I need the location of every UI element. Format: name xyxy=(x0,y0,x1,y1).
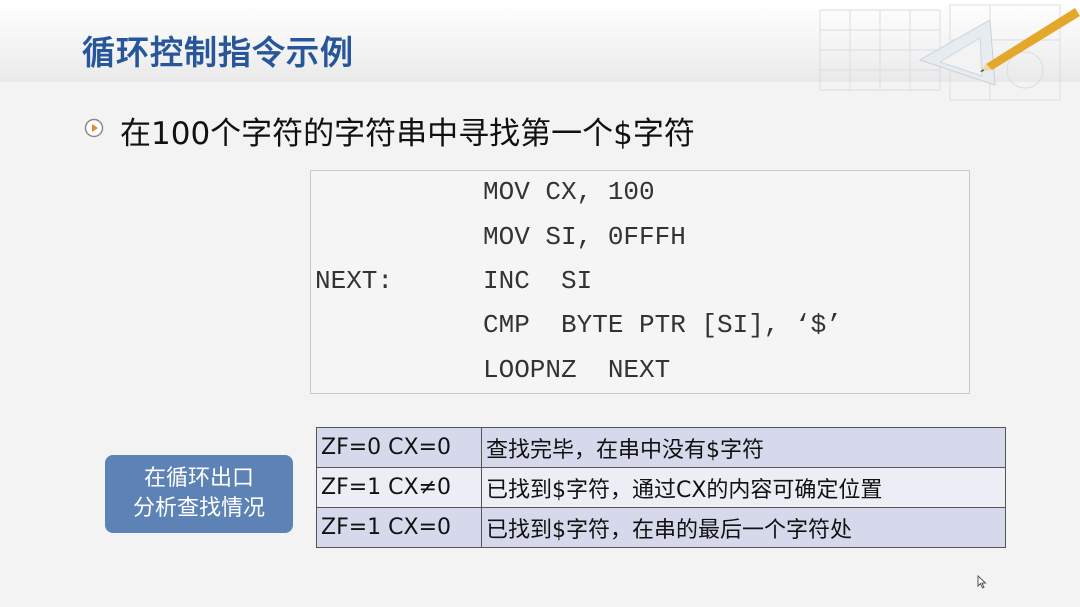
code-instruction: INC SI xyxy=(483,266,593,296)
code-line: LOOPNZ NEXT xyxy=(311,355,969,395)
play-circle-icon xyxy=(84,118,104,138)
blueprint-pencil-icon xyxy=(819,4,1080,101)
condition-cell: ZF=1 CX≠0 xyxy=(316,467,482,508)
table-row: ZF=1 CX≠0 已找到$字符，通过CX的内容可确定位置 xyxy=(316,467,1006,508)
code-line: MOV SI, 0FFFH xyxy=(311,222,969,262)
drafting-decoration xyxy=(790,0,1080,110)
condition-cell: ZF=0 CX=0 xyxy=(316,427,482,468)
mouse-cursor-icon xyxy=(977,574,987,589)
table-row: ZF=0 CX=0 查找完毕，在串中没有$字符 xyxy=(316,427,1006,468)
code-instruction: LOOPNZ NEXT xyxy=(483,355,671,385)
description-cell: 已找到$字符，通过CX的内容可确定位置 xyxy=(481,467,1006,508)
table-row: ZF=1 CX=0 已找到$字符，在串的最后一个字符处 xyxy=(316,507,1006,548)
description-cell: 已找到$字符，在串的最后一个字符处 xyxy=(481,507,1006,548)
description-cell: 查找完毕，在串中没有$字符 xyxy=(481,427,1006,468)
badge-line: 在循环出口 xyxy=(143,466,254,491)
page-title: 循环控制指令示例 xyxy=(82,33,354,72)
bullet-text: 在100个字符的字符串中寻找第一个$字符 xyxy=(120,116,695,152)
badge-line: 分析查找情况 xyxy=(132,496,265,521)
result-table: ZF=0 CX=0 查找完毕，在串中没有$字符 ZF=1 CX≠0 已找到$字符… xyxy=(316,427,1006,548)
code-label: NEXT: xyxy=(315,266,394,296)
code-block: MOV CX, 100 MOV SI, 0FFFH NEXT: INC SI C… xyxy=(310,170,970,394)
loop-exit-badge: 在循环出口 分析查找情况 xyxy=(105,455,293,533)
condition-cell: ZF=1 CX=0 xyxy=(316,507,482,548)
code-instruction: MOV CX, 100 xyxy=(483,177,655,207)
code-line: NEXT: INC SI xyxy=(311,266,969,306)
code-line: MOV CX, 100 xyxy=(311,177,969,217)
code-line: CMP BYTE PTR [SI], ‘$’ xyxy=(311,310,969,350)
code-instruction: CMP BYTE PTR [SI], ‘$’ xyxy=(483,310,842,340)
code-instruction: MOV SI, 0FFFH xyxy=(483,222,686,252)
